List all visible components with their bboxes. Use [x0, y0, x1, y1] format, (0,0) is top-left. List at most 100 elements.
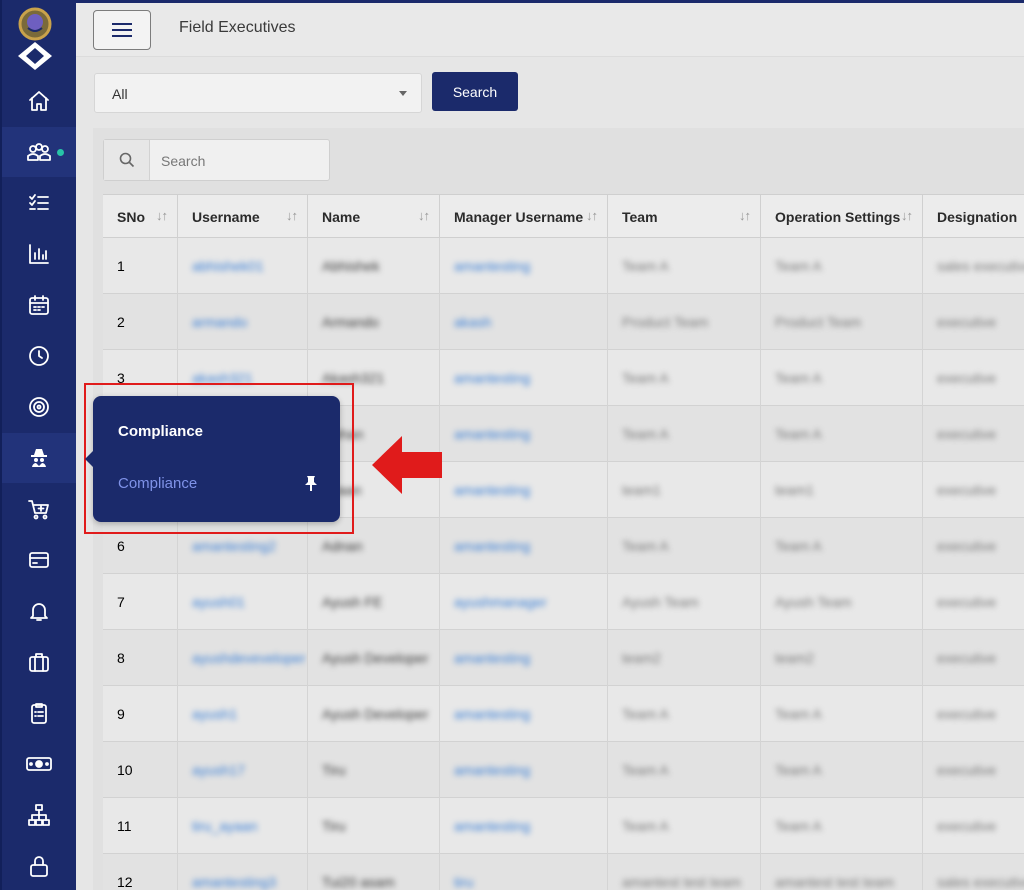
sidebar-item-leads[interactable] [2, 637, 76, 687]
table-cell-manager[interactable]: amantesting [440, 742, 608, 798]
table-cell-manager[interactable]: amantesting [440, 798, 608, 854]
cell-text: 6 [117, 538, 125, 554]
table-cell-username[interactable]: tiru_ayaan [178, 798, 308, 854]
sort-icon[interactable]: ↓↑ [901, 208, 913, 223]
table-search[interactable]: Search [103, 139, 330, 181]
table-cell-manager[interactable]: akash [440, 294, 608, 350]
cell-text[interactable]: amantesting [454, 762, 530, 778]
logo-icon[interactable] [12, 6, 58, 74]
cell-text[interactable]: amantesting [454, 370, 530, 386]
sidebar-item-targets[interactable] [2, 382, 76, 432]
column-header-username[interactable]: Username ↓↑ [178, 195, 308, 238]
flyout-item-compliance[interactable]: Compliance [118, 475, 197, 492]
search-input[interactable]: Search [161, 153, 205, 169]
team-filter-select[interactable]: All [94, 73, 422, 113]
cell-text[interactable]: amantesting [454, 706, 530, 722]
cell-text[interactable]: ayushmanager [454, 594, 547, 610]
sort-icon[interactable]: ↓↑ [156, 208, 168, 223]
column-header-designation[interactable]: Designation [923, 195, 1024, 238]
pin-icon[interactable] [302, 474, 320, 492]
table-cell-username[interactable]: ayush01 [178, 574, 308, 630]
sidebar-item-home[interactable] [2, 76, 76, 126]
table-cell-manager[interactable]: amantesting [440, 630, 608, 686]
table-cell-manager[interactable]: amantesting [440, 238, 608, 294]
sort-icon[interactable]: ↓↑ [418, 208, 430, 223]
table-cell-username[interactable]: armando [178, 294, 308, 350]
cell-text[interactable]: amantesting [454, 426, 530, 442]
cell-text[interactable]: amantesting [454, 650, 530, 666]
sidebar-item-notifications[interactable] [2, 586, 76, 636]
sidebar-item-attendance[interactable] [2, 331, 76, 381]
sidebar-item-reports[interactable] [2, 229, 76, 279]
cell-text: Team A [622, 762, 669, 778]
cell-text: executive [937, 538, 997, 554]
table-row: 10 ayush17 Tiru amantesting Team A Team A exec… [103, 742, 1024, 798]
cell-text[interactable]: tiru_ayaan [192, 818, 257, 834]
card-icon [29, 552, 49, 568]
cell-text: sales executive [937, 258, 1024, 274]
table-cell-username[interactable]: ayush1 [178, 686, 308, 742]
table-cell-username[interactable]: amantesting3 [178, 854, 308, 890]
cell-text[interactable]: amantesting [454, 818, 530, 834]
column-header-name[interactable]: Name ↓↑ [308, 195, 440, 238]
table-cell-designation: executive [923, 798, 1024, 854]
table-cell-manager[interactable]: ayushmanager [440, 574, 608, 630]
sort-icon[interactable]: ↓↑ [286, 208, 298, 223]
cell-text[interactable]: abhishek01 [192, 258, 264, 274]
sidebar-item-orders[interactable] [2, 484, 76, 534]
cell-text[interactable]: amantesting [454, 482, 530, 498]
sidebar-item-forms[interactable] [2, 688, 76, 738]
cell-text: Tiru [322, 818, 346, 834]
table-cell-manager[interactable]: amantesting [440, 406, 608, 462]
cell-text[interactable]: amantesting [454, 538, 530, 554]
column-header-sno[interactable]: SNo ↓↑ [103, 195, 178, 238]
table-cell-sno: 1 [103, 238, 178, 294]
table-cell-name: Tui20 asam [308, 854, 440, 890]
table-cell-name: Ayush Developer [308, 686, 440, 742]
sidebar-item-expenses[interactable] [2, 739, 76, 789]
cell-text[interactable]: ayush1 [192, 706, 237, 722]
clock-icon [29, 346, 49, 366]
column-header-team[interactable]: Team ↓↑ [608, 195, 761, 238]
table-cell-manager[interactable]: amantesting [440, 518, 608, 574]
sort-icon[interactable]: ↓↑ [586, 208, 598, 223]
table-cell-username[interactable]: ayush17 [178, 742, 308, 798]
cart-icon [28, 500, 49, 520]
table-row: 7 ayush01 Ayush FE ayushmanager Ayush Team Ay… [103, 574, 1024, 630]
sidebar-item-security[interactable] [2, 841, 76, 890]
cell-text[interactable]: akash [454, 314, 491, 330]
menu-toggle-button[interactable] [93, 10, 151, 50]
sidebar-item-compliance[interactable] [2, 433, 76, 483]
cell-text[interactable]: amantesting2 [192, 538, 276, 554]
sidebar-item-calendar[interactable] [2, 280, 76, 330]
cell-text[interactable]: amantesting3 [192, 874, 276, 890]
cell-text: Team A [622, 538, 669, 554]
sort-icon[interactable]: ↓↑ [739, 208, 751, 223]
cell-text[interactable]: ayush01 [192, 594, 245, 610]
column-header-manager-username[interactable]: Manager Username ↓↑ [440, 195, 608, 238]
table-cell-username[interactable]: ayushdeveveloper [178, 630, 308, 686]
cell-text[interactable]: armando [192, 314, 247, 330]
column-header-operation-settings[interactable]: Operation Settings ↓↑ [761, 195, 923, 238]
cell-text[interactable]: ayushdeveveloper [192, 650, 306, 666]
table-cell-manager[interactable]: amantesting [440, 350, 608, 406]
sidebar-item-hierarchy[interactable] [2, 790, 76, 840]
table-cell-ops: Team A [761, 798, 923, 854]
cell-text[interactable]: amantesting [454, 258, 530, 274]
sidebar-item-payments[interactable] [2, 535, 76, 585]
sidebar-item-users[interactable] [2, 127, 76, 177]
table-cell-manager[interactable]: amantesting [440, 686, 608, 742]
cell-text: Ayush Team [622, 594, 699, 610]
table-cell-username[interactable]: abhishek01 [178, 238, 308, 294]
table-cell-manager[interactable]: tiru [440, 854, 608, 890]
checklist-icon [29, 194, 49, 210]
cell-text: team2 [775, 650, 814, 666]
cell-text: 11 [117, 818, 132, 834]
sidebar-item-tasks[interactable] [2, 178, 76, 228]
table-cell-manager[interactable]: amantesting [440, 462, 608, 518]
cell-text[interactable]: ayush17 [192, 762, 245, 778]
money-icon [26, 757, 52, 771]
search-button[interactable]: Search [432, 72, 518, 111]
cell-text[interactable]: tiru [454, 874, 473, 890]
table-cell-designation: executive [923, 406, 1024, 462]
